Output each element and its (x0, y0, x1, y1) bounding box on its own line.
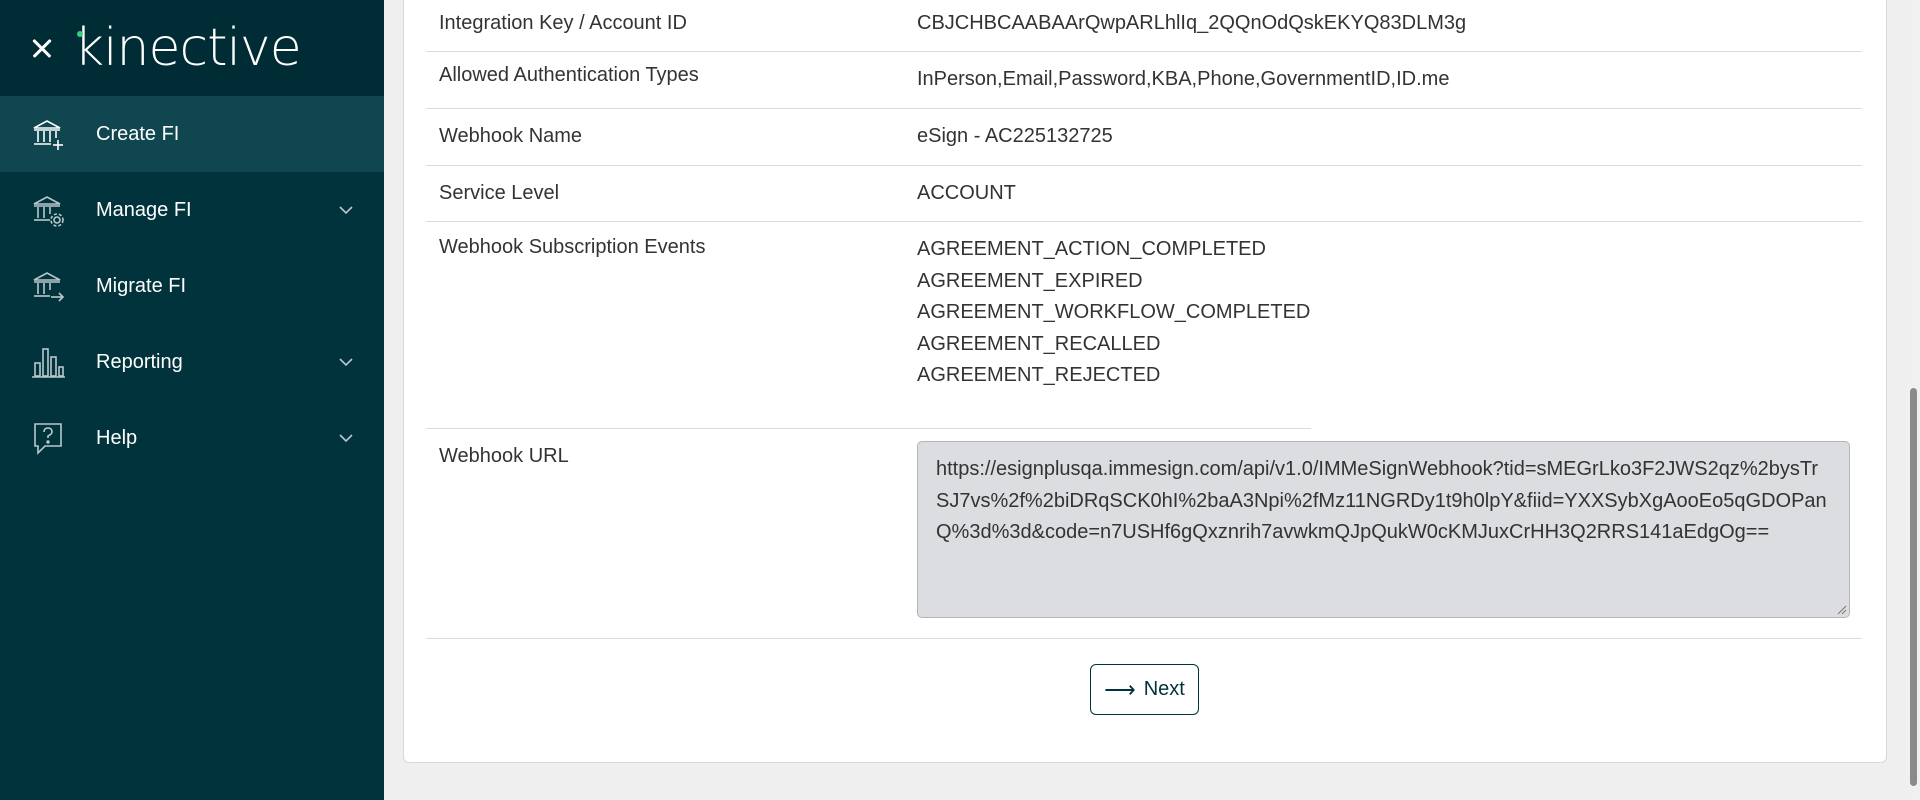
detail-row-service-level: Service Level ACCOUNT (426, 166, 1862, 222)
sidebar: kinective Create FI Manage FI Migrate FI… (0, 0, 384, 800)
sidebar-item-help[interactable]: Help (0, 400, 384, 476)
help-chat-icon (30, 420, 66, 456)
bank-migrate-icon (30, 268, 66, 304)
bar-chart-icon (30, 344, 66, 380)
detail-value: CBJCHBCAABAArQwpARLhlIq_2QQnOdQskEKYQ83D… (917, 12, 1467, 34)
detail-row-webhook-name: Webhook Name eSign - AC225132725 (426, 109, 1862, 166)
detail-label: Webhook Name (439, 125, 583, 147)
close-icon[interactable] (26, 32, 58, 64)
next-button[interactable]: ⟶ Next (1090, 664, 1199, 715)
event-item: AGREEMENT_WORKFLOW_COMPLETED (917, 301, 1311, 324)
sidebar-item-create-fi[interactable]: Create FI (0, 96, 384, 172)
arrow-right-icon: ⟶ (1104, 676, 1136, 702)
detail-label: Allowed Authentication Types (439, 64, 699, 86)
detail-value: InPerson,Email,Password,KBA,Phone,Govern… (917, 68, 1450, 90)
detail-row-integration-key: Integration Key / Account ID CBJCHBCAABA… (426, 0, 1862, 52)
sidebar-item-label: Migrate FI (96, 274, 187, 297)
event-item: AGREEMENT_REJECTED (917, 364, 1161, 387)
events-list: AGREEMENT_ACTION_COMPLETED AGREEMENT_EXP… (917, 234, 1310, 392)
sidebar-header: kinective (0, 0, 384, 96)
webhook-url-textarea[interactable]: https://esignplusqa.immesign.com/api/v1.… (917, 441, 1850, 618)
detail-row-auth-types: Allowed Authentication Types InPerson,Em… (426, 52, 1862, 109)
chevron-down-icon[interactable] (338, 202, 354, 218)
sidebar-item-migrate-fi[interactable]: Migrate FI (0, 248, 384, 324)
event-item: AGREEMENT_EXPIRED (917, 269, 1143, 292)
scrollbar-thumb[interactable] (1910, 388, 1917, 786)
event-item: AGREEMENT_RECALLED (917, 332, 1161, 355)
detail-value: ACCOUNT (917, 182, 1016, 204)
sidebar-item-reporting[interactable]: Reporting (0, 324, 384, 400)
detail-label: Integration Key / Account ID (439, 12, 687, 34)
chevron-down-icon[interactable] (338, 430, 354, 446)
logo-dot (77, 31, 83, 37)
bank-settings-icon (30, 192, 66, 228)
detail-label: Webhook Subscription Events (439, 236, 706, 258)
sidebar-item-label: Create FI (96, 122, 180, 145)
webhook-url-text: https://esignplusqa.immesign.com/api/v1.… (936, 458, 1827, 543)
event-item: AGREEMENT_ACTION_COMPLETED (917, 238, 1266, 260)
chevron-down-icon[interactable] (338, 354, 354, 370)
sidebar-item-label: Help (96, 426, 138, 449)
detail-row-subscription-events: Webhook Subscription Events AGREEMENT_AC… (426, 222, 1862, 428)
detail-label: Service Level (439, 182, 560, 204)
next-button-label: Next (1143, 678, 1185, 700)
kinective-logo: kinective (74, 18, 302, 78)
resize-handle-icon[interactable] (1835, 603, 1847, 615)
bank-add-icon (30, 116, 66, 152)
detail-label: Webhook URL (439, 445, 569, 467)
sidebar-item-label: Manage FI (96, 198, 192, 221)
sidebar-item-label: Reporting (96, 350, 183, 373)
sidebar-item-manage-fi[interactable]: Manage FI (0, 172, 384, 248)
detail-value: eSign - AC225132725 (917, 125, 1113, 147)
